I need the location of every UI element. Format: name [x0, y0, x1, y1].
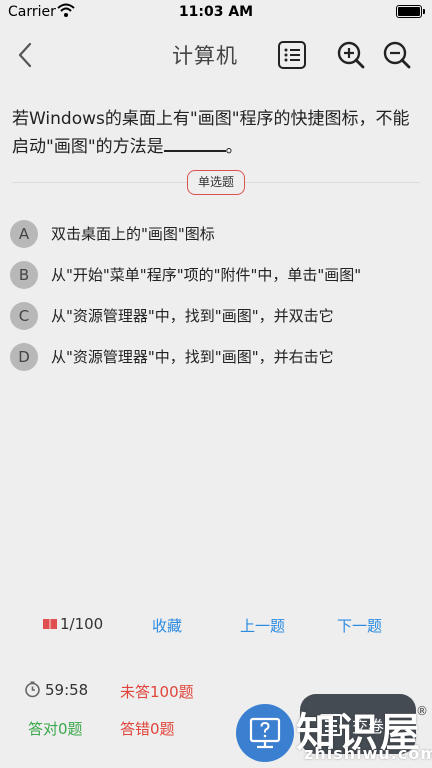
next-question-button[interactable]: 下一题: [337, 615, 382, 636]
timer: 59:58: [24, 681, 88, 699]
question-suffix: 。: [225, 137, 243, 157]
back-button[interactable]: [12, 38, 42, 72]
zoom-out-button[interactable]: [382, 40, 412, 70]
option-a[interactable]: A 双击桌面上的"画图"图标: [10, 218, 422, 250]
battery-icon: [396, 5, 425, 18]
zoom-out-icon: [383, 41, 411, 69]
option-c[interactable]: C 从"资源管理器"中，找到"画图"，并双击它: [10, 300, 422, 332]
question-type-badge: 单选题: [187, 170, 245, 195]
zoom-in-icon: [337, 41, 365, 69]
bottom-nav: 1/100 收藏 上一题 下一题: [0, 612, 432, 640]
option-letter: B: [10, 261, 38, 289]
option-letter: A: [10, 220, 38, 248]
option-d[interactable]: D 从"资源管理器"中，找到"画图"，并右击它: [10, 341, 422, 373]
question-list-button[interactable]: [277, 40, 307, 70]
option-text: 从"资源管理器"中，找到"画图"，并右击它: [51, 348, 334, 366]
status-time: 11:03 AM: [178, 4, 254, 20]
chevron-left-icon: [18, 42, 32, 68]
option-letter: C: [10, 302, 38, 330]
answer-blank: [163, 133, 226, 152]
answer-sheet-icon: [320, 714, 342, 736]
watermark-registered: ®: [416, 704, 428, 718]
question-mark-icon: [249, 717, 281, 749]
book-icon: [43, 619, 57, 630]
submit-label: 交卷: [352, 717, 385, 736]
clock-icon: [25, 681, 40, 698]
page-title: 计算机: [172, 44, 238, 68]
correct-count: 答对0题: [28, 720, 83, 738]
option-text: 从"资源管理器"中，找到"画图"，并双击它: [51, 307, 334, 325]
help-button[interactable]: [236, 704, 294, 762]
nav-bar: 计算机: [0, 24, 432, 88]
previous-question-button[interactable]: 上一题: [240, 615, 285, 636]
question-text: 若Windows的桌面上有"画图"程序的快捷图标，不能启动"画图"的方法是。: [12, 106, 420, 161]
option-letter: D: [10, 343, 38, 371]
timer-value: 59:58: [45, 681, 89, 699]
favorite-button[interactable]: 收藏: [152, 615, 182, 636]
status-bar: Carrier 11:03 AM: [0, 0, 432, 24]
option-b[interactable]: B 从"开始"菜单"程序"项的"附件"中，单击"画图": [10, 259, 422, 291]
progress-label: 1/100: [60, 615, 104, 633]
wrong-count: 答错0题: [120, 720, 175, 738]
option-text: 双击桌面上的"画图"图标: [51, 225, 215, 243]
zoom-in-button[interactable]: [336, 40, 366, 70]
question-progress: 1/100: [42, 615, 103, 633]
unanswered-count: 未答100题: [120, 683, 194, 701]
option-text: 从"开始"菜单"程序"项的"附件"中，单击"画图": [51, 266, 362, 284]
list-icon: [278, 41, 306, 69]
submit-exam-button[interactable]: 交卷: [300, 694, 416, 754]
